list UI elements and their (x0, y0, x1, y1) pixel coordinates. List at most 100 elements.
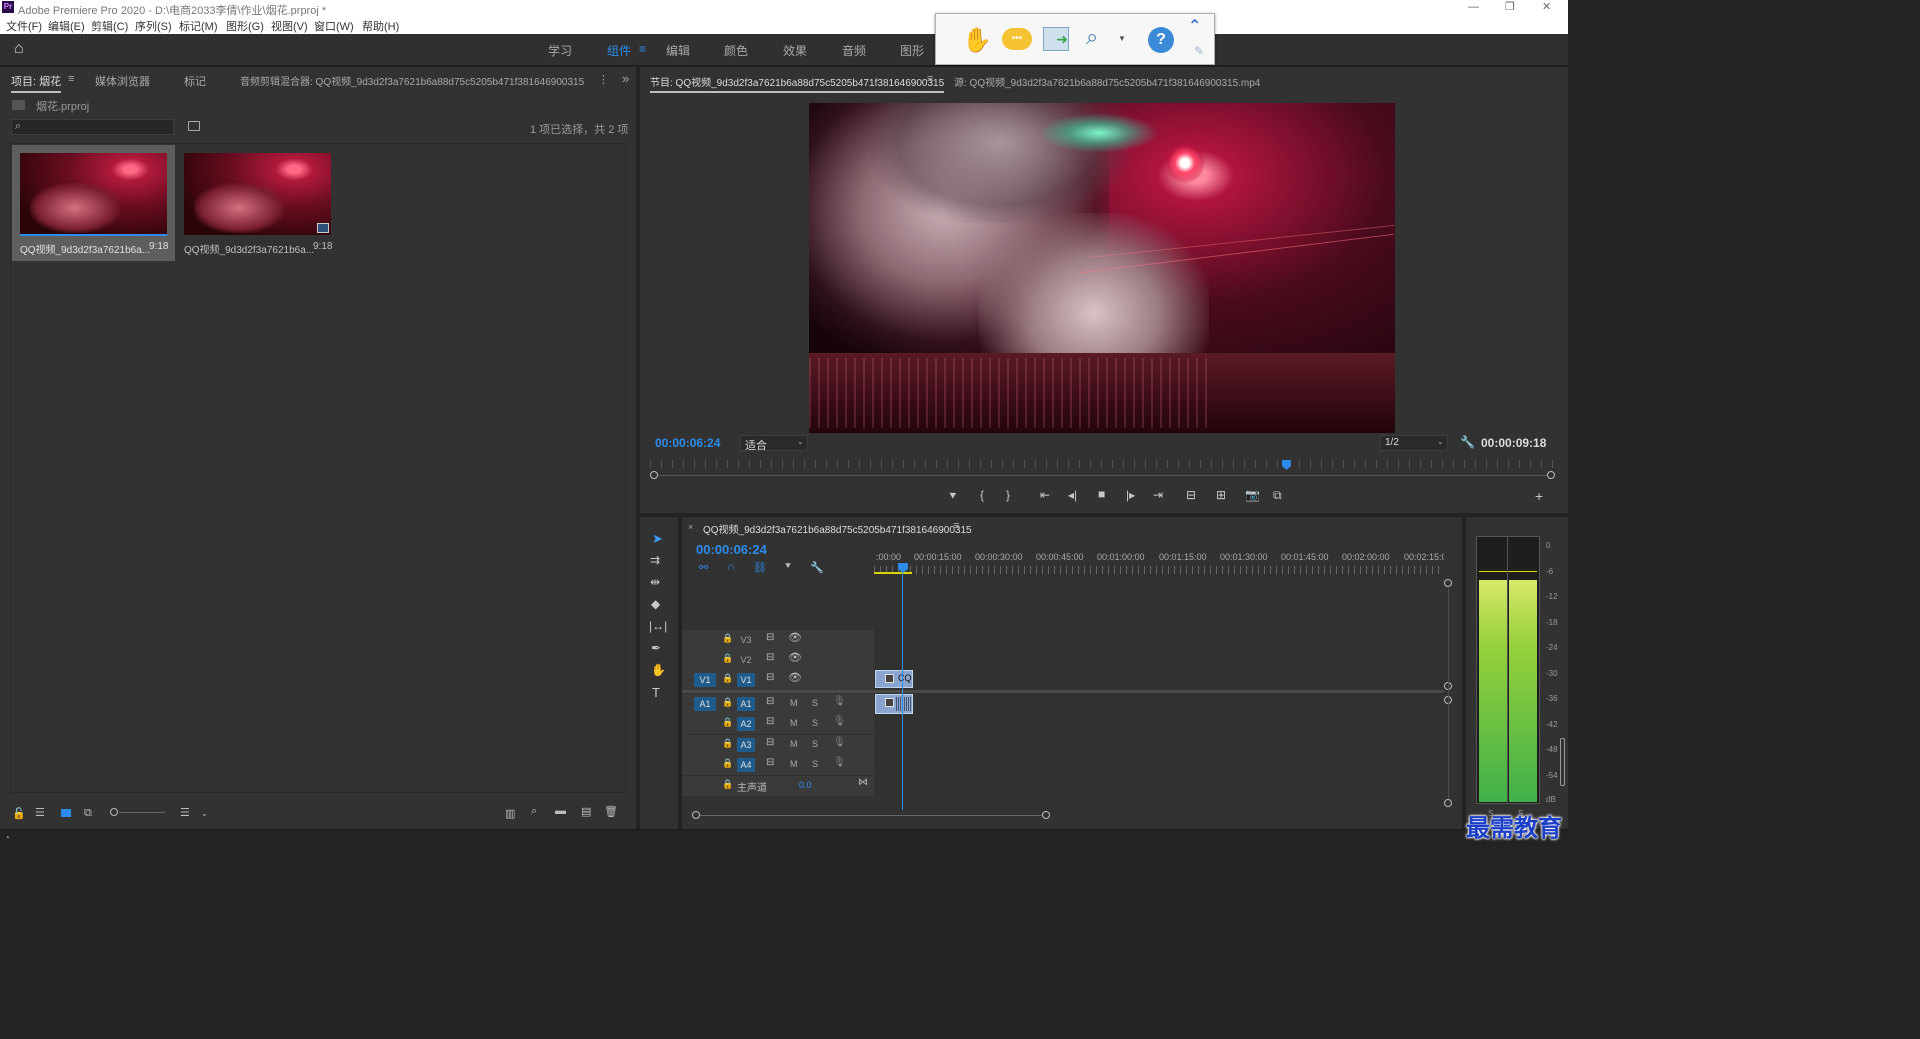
automate-to-sequence-icon[interactable]: ▥ (505, 807, 515, 820)
track-lock-icon[interactable]: 🔒 (722, 779, 733, 790)
selection-tool-icon[interactable]: ➤ (652, 531, 663, 547)
track-target-v3[interactable]: V3 (737, 633, 755, 647)
track-target-v1[interactable]: V1 (737, 673, 755, 687)
lift-icon[interactable]: ⊟ (1186, 488, 1196, 502)
lock-icon[interactable]: 🔓 (12, 807, 26, 820)
add-marker-icon[interactable]: ⯆ (948, 489, 958, 504)
linked-selection-icon[interactable]: ⛓ (753, 561, 767, 574)
snap-icon[interactable]: ∩ (727, 561, 735, 573)
comment-icon[interactable]: ••• (1002, 28, 1032, 50)
workspace-learn[interactable]: 学习 (548, 42, 572, 59)
track-output-icon[interactable]: ⊟ (766, 757, 774, 768)
microphone-icon[interactable]: 🎙 (833, 716, 846, 727)
project-search-input[interactable]: ⌕ (11, 119, 174, 135)
video-frame[interactable] (809, 103, 1395, 433)
tab-project[interactable]: 项目: 烟花 (11, 73, 62, 93)
track-lock-icon[interactable]: 🔒 (722, 738, 733, 749)
new-search-bin-icon[interactable] (188, 121, 200, 131)
track-divider[interactable] (682, 690, 1444, 693)
solo-button[interactable]: S (812, 698, 818, 708)
restore-icon[interactable]: ❐ (1505, 0, 1515, 13)
menu-window[interactable]: 窗口(W) (314, 18, 354, 34)
source-patch-a1[interactable]: A1 (694, 697, 716, 711)
new-bin-icon[interactable]: ▬ (555, 805, 566, 817)
solo-button[interactable]: S (812, 739, 818, 749)
zoom-slider[interactable] (110, 808, 166, 816)
new-item-icon[interactable]: ▤ (581, 805, 591, 818)
scroll-handle[interactable] (1444, 579, 1452, 587)
sort-icon[interactable]: ☰ (180, 806, 190, 819)
track-output-icon[interactable]: ⊟ (766, 632, 774, 643)
track-target-a4[interactable]: A4 (737, 758, 755, 772)
track-output-icon[interactable]: ⊟ (766, 716, 774, 727)
microphone-icon[interactable]: 🎙 (833, 737, 846, 748)
track-lock-icon[interactable]: 🔒 (722, 653, 733, 664)
project-item-selected[interactable]: QQ视频_9d3d2f3a7621b6a... 9:18 (12, 145, 175, 261)
go-to-in-icon[interactable]: ⇤ (1040, 488, 1050, 502)
scrubber-end-handle[interactable] (1547, 471, 1555, 479)
export-frame-icon[interactable]: 📷 (1245, 488, 1260, 502)
track-target-a1[interactable]: A1 (737, 697, 755, 711)
type-tool-icon[interactable]: T (652, 685, 660, 700)
sort-dropdown-icon[interactable]: ⌄ (201, 809, 208, 818)
time-ruler[interactable]: :00:00 00:00:15:00 00:00:30:00 00:00:45:… (874, 546, 1444, 576)
track-lock-icon[interactable]: 🔒 (722, 758, 733, 769)
step-forward-icon[interactable]: |▸ (1126, 488, 1135, 502)
menu-edit[interactable]: 编辑(E) (48, 18, 85, 34)
playhead-marker[interactable] (1281, 460, 1291, 470)
help-icon[interactable]: ? (1148, 27, 1174, 53)
track-target-a2[interactable]: A2 (737, 717, 755, 731)
more-tabs-icon[interactable]: ⋮ (598, 73, 609, 86)
horizontal-zoom-bar[interactable] (692, 810, 1052, 820)
microphone-icon[interactable]: 🎙 (833, 696, 846, 707)
menu-sequence[interactable]: 序列(S) (135, 18, 172, 34)
scroll-handle[interactable] (1444, 799, 1452, 807)
zoom-search-icon[interactable]: ⌕ (1086, 24, 1098, 50)
master-volume-value[interactable]: 0.0 (799, 780, 812, 790)
close-icon[interactable]: ✕ (1542, 0, 1551, 13)
track-lock-icon[interactable]: 🔒 (722, 697, 733, 708)
close-sequence-icon[interactable]: × (688, 522, 693, 532)
razor-tool-icon[interactable]: ◆ (651, 597, 660, 611)
pin-icon[interactable]: ✎ (1194, 44, 1204, 58)
microphone-icon[interactable]: 🎙 (833, 757, 846, 768)
insert-nest-icon[interactable]: ⚯ (699, 561, 708, 574)
zoom-right-handle[interactable] (1042, 811, 1050, 819)
track-select-tool-icon[interactable]: ⇉ (650, 553, 660, 567)
icon-view-icon[interactable] (61, 809, 71, 817)
track-target-a3[interactable]: A3 (737, 738, 755, 752)
eye-icon[interactable]: 👁 (788, 651, 802, 664)
menu-help[interactable]: 帮助(H) (362, 18, 399, 34)
quality-dropdown[interactable]: 1/2 ⌄ (1380, 435, 1448, 451)
workspace-editing[interactable]: 编辑 (666, 42, 690, 59)
track-lock-icon[interactable]: 🔒 (722, 633, 733, 644)
menu-clip[interactable]: 剪辑(C) (91, 18, 128, 34)
workspace-assembly[interactable]: 组件 (607, 42, 631, 59)
tab-program[interactable]: 节目: QQ视频_9d3d2f3a7621b6a88d75c5205b471f3… (650, 74, 945, 93)
tab-sequence[interactable]: QQ视频_9d3d2f3a7621b6a88d75c5205b471f38164… (703, 521, 972, 536)
timeline-settings-icon[interactable]: 🔧 (810, 561, 824, 574)
button-editor-plus-icon[interactable]: + (1535, 488, 1543, 504)
mute-button[interactable]: M (790, 759, 798, 769)
ripple-edit-tool-icon[interactable]: ⇹ (650, 575, 660, 589)
hand-icon[interactable]: ✋ (962, 26, 992, 55)
list-view-icon[interactable]: ☰ (35, 806, 45, 819)
go-to-end-icon[interactable]: ⋈ (858, 777, 868, 788)
timeline-timecode[interactable]: 00:00:06:24 (696, 542, 767, 557)
trash-icon[interactable]: 🗑 (604, 805, 618, 818)
go-to-out-icon[interactable]: ⇥ (1153, 488, 1163, 502)
menu-file[interactable]: 文件(F) (6, 18, 42, 34)
mark-in-icon[interactable]: { (980, 488, 984, 502)
meter-scrollbar[interactable] (1560, 738, 1565, 786)
export-icon[interactable]: ➜ (1043, 27, 1069, 51)
project-item[interactable]: QQ视频_9d3d2f3a7621b6a... 9:18 (176, 145, 339, 261)
hand-tool-icon[interactable]: ✋ (651, 663, 666, 677)
mute-button[interactable]: M (790, 739, 798, 749)
track-area[interactable] (874, 628, 1442, 796)
workspace-graphics[interactable]: 图形 (900, 42, 924, 59)
program-scrubber[interactable] (650, 460, 1556, 479)
slider-handle[interactable] (110, 808, 118, 816)
solo-button[interactable]: S (812, 718, 818, 728)
track-output-icon[interactable]: ⊟ (766, 737, 774, 748)
eye-icon[interactable]: 👁 (788, 631, 802, 644)
